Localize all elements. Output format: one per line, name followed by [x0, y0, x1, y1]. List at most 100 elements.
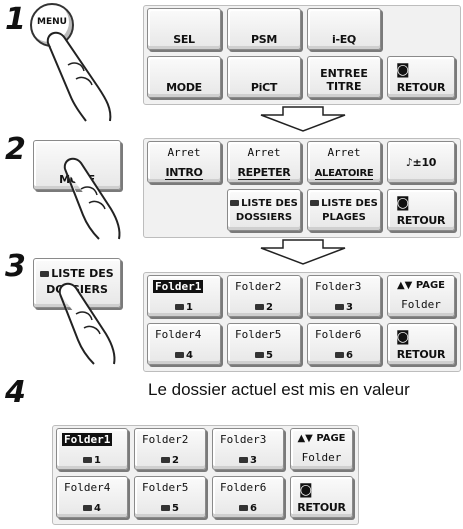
folder-4-button[interactable]: Folder4 4 [147, 323, 221, 365]
finger-icon [58, 282, 116, 365]
folder-2-name: Folder2 [142, 433, 189, 446]
folder-icon [335, 304, 345, 310]
page-sub-label: Folder [301, 451, 342, 464]
retour-button[interactable]: ◙ RETOUR [290, 476, 353, 518]
retour-label: RETOUR [396, 214, 446, 227]
page-button[interactable]: ▲▼ PAGE Folder [387, 275, 455, 317]
folder-3-button[interactable]: Folder3 3 [307, 275, 381, 317]
timer-icon: ◙ [396, 329, 410, 345]
aleatoire-button[interactable]: Arret ALEATOIRE [307, 141, 381, 183]
folder-1-button[interactable]: Folder1 1 [56, 428, 128, 470]
intro-label: INTRO [165, 166, 203, 180]
repeter-label: REPETER [237, 166, 291, 180]
page-up-down-icon: ▲▼ [396, 280, 416, 291]
entree-titre-button[interactable]: ENTREE TITRE [307, 56, 381, 98]
step-number-2: 2 [5, 132, 26, 167]
page-up-down-icon: ▲▼ [297, 433, 317, 444]
timer-icon: ◙ [396, 62, 410, 78]
retour-label: RETOUR [297, 501, 346, 514]
liste-dossiers-line2: DOSSIERS [235, 212, 293, 223]
folder-3-name: Folder3 [315, 280, 362, 293]
folder-1-number: 1 [57, 455, 127, 466]
folder-icon [83, 505, 93, 511]
page-button[interactable]: ▲▼ PAGE Folder [290, 428, 353, 470]
folder-6-button[interactable]: Folder6 6 [307, 323, 381, 365]
liste-plages-line1: LISTE DES [308, 198, 380, 209]
liste-dossiers-line1: LISTE DES [228, 198, 300, 209]
folder-3-number: 3 [308, 302, 380, 313]
folder-icon [239, 505, 249, 511]
folder-2-number: 2 [135, 455, 205, 466]
repeter-state: Arret [247, 146, 281, 159]
folder-2-button[interactable]: Folder2 2 [227, 275, 301, 317]
folder-4-name: Folder4 [64, 481, 111, 494]
folder-4-button[interactable]: Folder4 4 [56, 476, 128, 518]
folder-icon [175, 304, 185, 310]
folder-1-name: Folder1 [153, 280, 204, 293]
step-number-1: 1 [5, 2, 26, 37]
folder-4-number: 4 [148, 350, 220, 361]
pict-button[interactable]: PiCT [227, 56, 301, 98]
folder-icon [175, 352, 185, 358]
retour-button[interactable]: ◙ RETOUR [387, 189, 455, 231]
list-icon [310, 200, 320, 206]
step-number-4: 4 [5, 375, 26, 410]
folder-3-button[interactable]: Folder3 3 [212, 428, 284, 470]
folder-icon [255, 304, 265, 310]
finger-icon [63, 157, 121, 240]
mode-label: MODE [166, 81, 202, 94]
folder-2-number: 2 [228, 302, 300, 313]
liste-plages-line2: PLAGES [322, 212, 366, 223]
liste-dossiers-button[interactable]: LISTE DES DOSSIERS [227, 189, 301, 231]
caption-text: Le dossier actuel est mis en valeur [148, 380, 410, 399]
page-label: ▲▼ PAGE [297, 433, 346, 444]
page-label: ▲▼ PAGE [396, 280, 446, 291]
ieq-button[interactable]: i-EQ [307, 8, 381, 50]
intro-state: Arret [167, 146, 201, 159]
folder-icon [230, 200, 240, 206]
folder-icon [83, 457, 93, 463]
titre-label: TITRE [326, 80, 362, 93]
folder-5-button[interactable]: Folder5 5 [227, 323, 301, 365]
folder-1-button[interactable]: Folder1 1 [147, 275, 221, 317]
skip-10-button[interactable]: ♪±10 [387, 141, 455, 183]
retour-label: RETOUR [396, 81, 446, 94]
down-arrow-icon [260, 239, 346, 265]
step3-line1: LISTE DES [34, 267, 120, 280]
retour-label: RETOUR [396, 348, 446, 361]
sel-label: SEL [173, 33, 195, 46]
down-arrow-icon [260, 106, 346, 132]
folder-icon [335, 352, 345, 358]
folder-5-number: 5 [228, 350, 300, 361]
retour-button[interactable]: ◙ RETOUR [387, 323, 455, 365]
skip-10-label: ♪±10 [405, 156, 437, 169]
aleatoire-state: Arret [327, 146, 361, 159]
retour-button[interactable]: ◙ RETOUR [387, 56, 455, 98]
mode-button[interactable]: MODE [147, 56, 221, 98]
folder-6-button[interactable]: Folder6 6 [212, 476, 284, 518]
psm-button[interactable]: PSM [227, 8, 301, 50]
folder-5-number: 5 [135, 503, 205, 514]
folder-2-name: Folder2 [235, 280, 282, 293]
psm-label: PSM [250, 33, 278, 46]
intro-button[interactable]: Arret INTRO [147, 141, 221, 183]
ieq-label: i-EQ [331, 33, 356, 46]
folder-5-button[interactable]: Folder5 5 [134, 476, 206, 518]
folder-icon [255, 352, 265, 358]
aleatoire-label: ALEATOIRE [314, 168, 374, 180]
folder-2-button[interactable]: Folder2 2 [134, 428, 206, 470]
folder-5-name: Folder5 [235, 328, 282, 341]
folder-6-number: 6 [308, 350, 380, 361]
liste-plages-button[interactable]: LISTE DES PLAGES [307, 189, 381, 231]
step-number-3: 3 [5, 249, 26, 284]
finger-icon [46, 31, 112, 122]
folder-icon [40, 271, 50, 277]
folder-6-name: Folder6 [220, 481, 267, 494]
folder-4-number: 4 [57, 503, 127, 514]
folder-4-name: Folder4 [155, 328, 202, 341]
repeter-button[interactable]: Arret REPETER [227, 141, 301, 183]
timer-icon: ◙ [396, 195, 410, 211]
folder-3-number: 3 [213, 455, 283, 466]
folder-1-name: Folder1 [62, 433, 113, 446]
sel-button[interactable]: SEL [147, 8, 221, 50]
